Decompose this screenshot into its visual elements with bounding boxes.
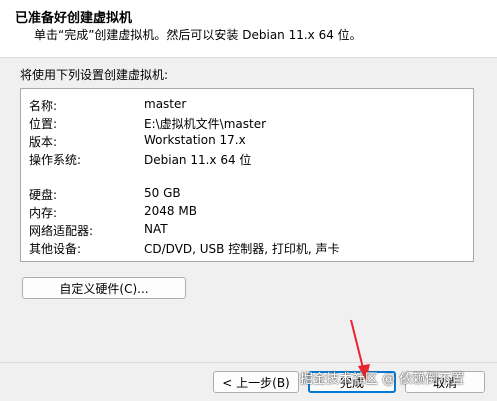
summary-label: 将使用下列设置创建虚拟机:: [20, 68, 169, 82]
row-key: 其他设备:: [29, 242, 82, 256]
row-value: master: [144, 97, 187, 111]
row-key: 操作系统:: [29, 153, 82, 167]
row-key: 位置:: [29, 117, 58, 131]
summary-row-memory: 内存: 2048 MB: [21, 204, 473, 222]
row-value: NAT: [144, 222, 168, 236]
summary-row-disk: 硬盘: 50 GB: [21, 186, 473, 204]
row-key: 内存:: [29, 206, 58, 220]
customize-hardware-button[interactable]: 自定义硬件(C)...: [22, 277, 186, 299]
summary-row-network: 网络适配器: NAT: [21, 222, 473, 240]
row-value: Debian 11.x 64 位: [144, 153, 252, 167]
row-key: 版本:: [29, 135, 58, 149]
summary-row-version: 版本: Workstation 17.x: [21, 133, 473, 151]
page-title: 已准备好创建虚拟机: [15, 11, 133, 26]
row-key: 硬盘:: [29, 188, 58, 202]
summary-row-name: 名称: master: [21, 97, 473, 115]
page-subtitle: 单击“完成”创建虚拟机。然后可以安装 Debian 11.x 64 位。: [34, 28, 362, 42]
watermark: 掘金技术社区 @ 依赖倒不置: [300, 372, 465, 387]
row-value: CD/DVD, USB 控制器, 打印机, 声卡: [144, 242, 340, 256]
row-value: Workstation 17.x: [144, 133, 246, 147]
row-value: E:\虚拟机文件\master: [144, 117, 267, 131]
back-button[interactable]: < 上一步(B): [213, 371, 299, 393]
row-value: 50 GB: [144, 186, 181, 200]
summary-row-location: 位置: E:\虚拟机文件\master: [21, 115, 473, 133]
settings-summary-box: 名称: master 位置: E:\虚拟机文件\master 版本: Works…: [20, 88, 474, 262]
row-value: 2048 MB: [144, 204, 197, 218]
summary-row-os: 操作系统: Debian 11.x 64 位: [21, 151, 473, 169]
footer-divider: [0, 362, 497, 363]
wizard-header: 已准备好创建虚拟机 单击“完成”创建虚拟机。然后可以安装 Debian 11.x…: [0, 0, 497, 58]
row-key: 网络适配器:: [29, 224, 94, 238]
row-key: 名称:: [29, 99, 58, 113]
summary-row-devices: 其他设备: CD/DVD, USB 控制器, 打印机, 声卡: [21, 240, 473, 258]
